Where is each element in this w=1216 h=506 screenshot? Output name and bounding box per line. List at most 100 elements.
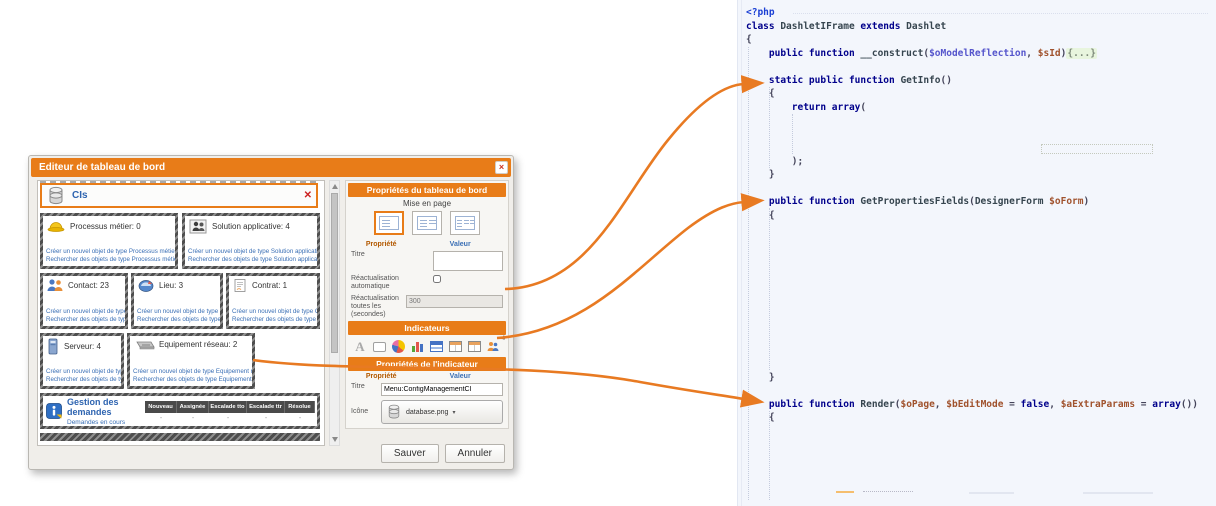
cutoff-artifact	[969, 492, 1014, 494]
tile-label: Processus métier: 0	[70, 222, 141, 231]
create-object-link[interactable]: Créer un nouvel objet de type Solution a…	[188, 248, 314, 256]
info-icon	[45, 402, 63, 420]
pie-chart-dashlet-icon[interactable]	[390, 339, 406, 354]
database-icon	[46, 186, 66, 206]
auto-refresh-checkbox[interactable]	[433, 275, 441, 283]
badge-count-dashlet-icon[interactable]: 4	[485, 338, 501, 353]
status-value: -	[177, 413, 209, 422]
search-object-link[interactable]: Rechercher des objets de type Solution a…	[188, 256, 314, 264]
hardhat-icon	[46, 218, 66, 234]
search-object-link[interactable]: Rechercher des objets de type Lieu	[137, 316, 217, 324]
text-dashlet-icon[interactable]: A	[352, 339, 368, 354]
icon-picker-button[interactable]: database.png ▾	[381, 400, 503, 424]
refresh-seconds-input[interactable]	[406, 295, 503, 308]
value-column-header: Valeur	[414, 241, 506, 248]
layout-section-label: Mise en page	[348, 197, 506, 209]
dashlet-tile-lieu[interactable]: Lieu: 3 Créer un nouvel objet de type Li…	[131, 273, 223, 329]
refresh-seconds-label: Réactualisation toutes les (secondes)	[351, 295, 402, 319]
save-button[interactable]: Sauver	[381, 444, 439, 463]
tile-label: Solution applicative: 4	[212, 222, 290, 231]
column-header: Résolue	[285, 401, 315, 413]
icon-picker-value: database.png	[406, 409, 448, 416]
scrollbar-thumb[interactable]	[331, 193, 338, 353]
code-gutter-line	[741, 0, 742, 506]
dashlet-tile-solution-applicative[interactable]: Solution applicative: 4 Créer un nouvel …	[182, 213, 320, 269]
canvas-scrollbar[interactable]	[329, 180, 340, 446]
bar-chart-dashlet-icon[interactable]	[409, 339, 425, 354]
column-header: Nouveau	[145, 401, 177, 413]
dialog-footer: Sauver Annuler	[381, 444, 505, 463]
php-source: <?phpclass DashletIFrame extends Dashlet…	[746, 6, 1198, 492]
cutoff-artifact	[836, 491, 854, 493]
search-object-link[interactable]: Rechercher des objets de type Serveur	[46, 376, 118, 384]
dialog-titlebar[interactable]: Editeur de tableau de bord ×	[31, 158, 511, 177]
value-column-header: Valeur	[414, 373, 506, 380]
tile-label: Equipement réseau: 2	[159, 340, 237, 349]
gestion-subtitle-link[interactable]: Demandes en cours	[67, 419, 141, 426]
arrow-to-getpropertiesfields	[497, 202, 744, 338]
status-value: -	[145, 413, 177, 422]
gestion-title: Gestion des demandes	[67, 397, 141, 417]
frame-dashlet-icon[interactable]	[371, 339, 387, 354]
dashlet-header-cis[interactable]: CIs ✕	[40, 183, 318, 208]
column-header: Escalade tto	[209, 401, 247, 413]
collapsed-code-hint	[1041, 144, 1153, 154]
dashlet-cutoff-strip	[40, 433, 320, 441]
tile-label: Contrat: 1	[252, 281, 287, 290]
dialog-close-button[interactable]: ×	[495, 161, 508, 174]
contact-icon	[46, 278, 64, 293]
create-object-link[interactable]: Créer un nouvel objet de type Contrat	[232, 308, 314, 316]
status-value: -	[209, 413, 247, 422]
cutoff-artifact	[1083, 492, 1153, 494]
dashboard-canvas: CIs ✕ Processus métier: 0 Créer un nouve…	[37, 180, 325, 446]
database-icon	[386, 403, 402, 421]
search-object-link[interactable]: Rechercher des objets de type Contact	[46, 316, 122, 324]
property-column-header: Propriété	[348, 241, 414, 248]
column-header: Assignée	[177, 401, 209, 413]
search-object-link[interactable]: Rechercher des objets de type Processus …	[46, 256, 172, 264]
dashlet-tile-processus-metier[interactable]: Processus métier: 0 Créer un nouvel obje…	[40, 213, 178, 269]
dashlet-gestion-des-demandes[interactable]: Gestion des demandes Demandes en cours N…	[40, 393, 320, 429]
object-window-dashlet-icon[interactable]	[447, 339, 463, 354]
create-object-link[interactable]: Créer un nouvel objet de type Processus …	[46, 248, 172, 256]
indicators-header: Indicateurs	[348, 321, 506, 335]
create-object-link[interactable]: Créer un nouvel objet de type Contact	[46, 308, 122, 316]
property-grid-header: Propriété Valeur	[348, 371, 506, 381]
object-window-dashlet-icon[interactable]	[466, 339, 482, 354]
indicator-title-label: Titre	[351, 383, 377, 391]
code-panel: <?phpclass DashletIFrame extends Dashlet…	[737, 0, 1216, 506]
dashlet-tile-contrat[interactable]: Contrat: 1 Créer un nouvel objet de type…	[226, 273, 320, 329]
create-object-link[interactable]: Créer un nouvel objet de type Lieu	[137, 308, 217, 316]
layout-option-one-column[interactable]	[374, 211, 404, 235]
tile-label: Contact: 23	[68, 281, 109, 290]
chevron-down-icon: ▾	[452, 409, 455, 416]
tile-label: Serveur: 4	[64, 342, 101, 351]
search-object-link[interactable]: Rechercher des objets de type Contrat	[232, 316, 314, 324]
cutoff-artifact	[863, 491, 913, 492]
gestion-status-table: Nouveau Assignée Escalade tto Escalade t…	[145, 401, 315, 422]
board-properties-header: Propriétés du tableau de bord	[348, 183, 506, 197]
property-grid-header: Propriété Valeur	[348, 239, 506, 249]
contrat-icon	[232, 278, 248, 293]
dashboard-title-input[interactable]	[433, 251, 503, 271]
indicator-properties-header: Propriétés de l'indicateur	[348, 357, 506, 371]
layout-option-two-columns[interactable]	[412, 211, 442, 235]
dashlet-tile-contact[interactable]: Contact: 23 Créer un nouvel objet de typ…	[40, 273, 128, 329]
cancel-button[interactable]: Annuler	[445, 444, 505, 463]
cis-remove-button[interactable]: ✕	[304, 190, 312, 201]
layout-option-three-columns[interactable]	[450, 211, 480, 235]
dashlet-tile-serveur[interactable]: Serveur: 4 Créer un nouvel objet de type…	[40, 333, 124, 389]
list-dashlet-icon[interactable]	[428, 339, 444, 354]
create-object-link[interactable]: Créer un nouvel objet de type Equipement…	[133, 368, 249, 376]
indicator-toolbar: A 4	[348, 335, 506, 357]
search-object-link[interactable]: Rechercher des objets de type Equipement…	[133, 376, 249, 384]
status-value: -	[285, 413, 315, 422]
scroll-up-arrow-icon[interactable]	[332, 184, 338, 189]
column-header: Escalade ttr	[247, 401, 285, 413]
scroll-down-arrow-icon[interactable]	[332, 437, 338, 442]
indicator-title-input[interactable]	[381, 383, 503, 396]
create-object-link[interactable]: Créer un nouvel objet de type Serveur	[46, 368, 118, 376]
dashlet-tile-equipement-reseau[interactable]: Equipement réseau: 2 Créer un nouvel obj…	[127, 333, 255, 389]
solution-icon	[188, 218, 208, 234]
layout-options	[348, 209, 506, 239]
